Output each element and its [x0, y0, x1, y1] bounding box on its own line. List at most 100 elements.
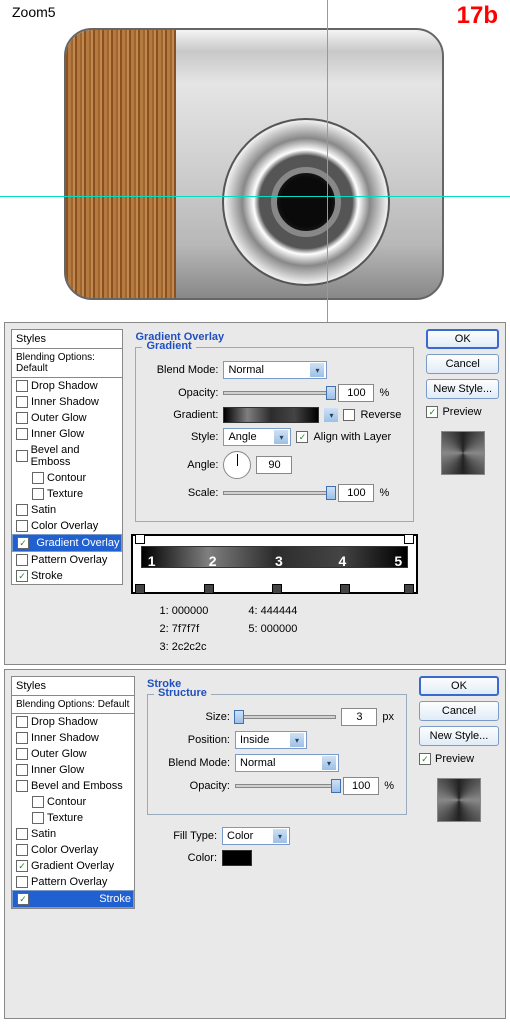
style-select[interactable]: Angle▾ [223, 428, 291, 446]
style-checkbox[interactable] [16, 876, 28, 888]
style-checkbox[interactable] [32, 812, 44, 824]
style-drop-shadow[interactable]: Drop Shadow [12, 378, 122, 394]
style-contour[interactable]: Contour [12, 794, 134, 810]
ok-button[interactable]: OK [419, 676, 499, 696]
style-outer-glow[interactable]: Outer Glow [12, 410, 122, 426]
style-checkbox[interactable] [16, 380, 28, 392]
angle-input[interactable]: 90 [256, 456, 292, 474]
preview-checkbox[interactable] [419, 753, 431, 765]
angle-label: Angle: [148, 459, 218, 471]
style-checkbox[interactable] [16, 844, 28, 856]
opacity-label: Opacity: [148, 387, 218, 399]
size-slider[interactable] [235, 715, 336, 719]
structure-legend: Structure [154, 687, 211, 699]
step-label: 17b [457, 2, 498, 30]
sidebar-header[interactable]: Styles [11, 676, 135, 696]
blend-mode-select[interactable]: Normal▾ [235, 754, 339, 772]
style-checkbox[interactable] [16, 748, 28, 760]
style-checkbox[interactable] [16, 860, 28, 872]
color-swatch[interactable] [222, 850, 252, 866]
style-checkbox[interactable] [32, 472, 44, 484]
style-checkbox[interactable] [16, 412, 28, 424]
cancel-button[interactable]: Cancel [426, 354, 499, 374]
style-gradient-overlay[interactable]: Gradient Overlay [12, 534, 122, 552]
style-inner-shadow[interactable]: Inner Shadow [12, 394, 122, 410]
color-stop[interactable] [404, 584, 414, 594]
blending-options[interactable]: Blending Options: Default [11, 349, 123, 378]
sidebar-header[interactable]: Styles [11, 329, 123, 349]
style-checkbox[interactable] [16, 828, 28, 840]
color-stop[interactable] [204, 584, 214, 594]
style-checkbox[interactable] [16, 450, 28, 462]
style-checkbox[interactable] [16, 428, 28, 440]
opacity-stop[interactable] [404, 534, 414, 544]
style-color-overlay[interactable]: Color Overlay [12, 518, 122, 534]
align-checkbox[interactable] [296, 431, 308, 443]
style-checkbox[interactable] [16, 520, 28, 532]
scale-slider[interactable] [223, 491, 333, 495]
style-checkbox[interactable] [32, 488, 44, 500]
style-checkbox[interactable] [16, 716, 28, 728]
style-stroke[interactable]: Stroke [12, 890, 134, 908]
blend-mode-select[interactable]: Normal▾ [223, 361, 327, 379]
gradient-preview[interactable] [223, 407, 319, 423]
style-drop-shadow[interactable]: Drop Shadow [12, 714, 134, 730]
new-style-button[interactable]: New Style... [426, 379, 499, 399]
opacity-slider[interactable] [223, 391, 333, 395]
style-satin[interactable]: Satin [12, 502, 122, 518]
style-gradient-overlay[interactable]: Gradient Overlay [12, 858, 134, 874]
style-checkbox[interactable] [16, 554, 28, 566]
style-checkbox[interactable] [16, 396, 28, 408]
style-texture[interactable]: Texture [12, 486, 122, 502]
gradient-dropdown-icon[interactable]: ▾ [324, 408, 338, 422]
style-satin[interactable]: Satin [12, 826, 134, 842]
opacity-input[interactable]: 100 [343, 777, 379, 795]
style-checkbox[interactable] [17, 893, 29, 905]
style-checkbox[interactable] [32, 796, 44, 808]
style-checkbox[interactable] [16, 780, 28, 792]
style-bevel-and-emboss[interactable]: Bevel and Emboss [12, 778, 134, 794]
style-checkbox[interactable] [16, 504, 28, 516]
color-stop[interactable] [272, 584, 282, 594]
scale-input[interactable]: 100 [338, 484, 374, 502]
preview-swatch [441, 431, 485, 475]
blending-options[interactable]: Blending Options: Default [11, 696, 135, 714]
preview-checkbox[interactable] [426, 406, 438, 418]
zoom-label: Zoom5 [12, 4, 56, 20]
style-pattern-overlay[interactable]: Pattern Overlay [12, 552, 122, 568]
guide-horizontal [0, 196, 510, 197]
style-outer-glow[interactable]: Outer Glow [12, 746, 134, 762]
style-inner-glow[interactable]: Inner Glow [12, 426, 122, 442]
style-inner-glow[interactable]: Inner Glow [12, 762, 134, 778]
style-texture[interactable]: Texture [12, 810, 134, 826]
angle-dial[interactable] [223, 451, 251, 479]
style-inner-shadow[interactable]: Inner Shadow [12, 730, 134, 746]
opacity-slider[interactable] [235, 784, 338, 788]
style-checkbox[interactable] [16, 732, 28, 744]
size-input[interactable]: 3 [341, 708, 377, 726]
preview-image: Zoom5 17b [0, 0, 510, 318]
style-bevel-and-emboss[interactable]: Bevel and Emboss [12, 442, 122, 470]
style-checkbox[interactable] [16, 570, 28, 582]
opacity-stop[interactable] [135, 534, 145, 544]
reverse-checkbox[interactable] [343, 409, 355, 421]
style-checkbox[interactable] [16, 764, 28, 776]
gradient-bar[interactable]: 1 2 3 4 5 [141, 546, 408, 568]
lens-glass [271, 167, 341, 237]
cancel-button[interactable]: Cancel [419, 701, 499, 721]
position-select[interactable]: Inside▾ [235, 731, 307, 749]
color-stop[interactable] [340, 584, 350, 594]
style-color-overlay[interactable]: Color Overlay [12, 842, 134, 858]
style-checkbox[interactable] [17, 537, 29, 549]
style-contour[interactable]: Contour [12, 470, 122, 486]
layer-style-panel-stroke: Styles Blending Options: Default Drop Sh… [4, 669, 506, 1019]
new-style-button[interactable]: New Style... [419, 726, 499, 746]
styles-sidebar: Styles Blending Options: Default Drop Sh… [11, 329, 123, 658]
filltype-select[interactable]: Color▾ [222, 827, 290, 845]
style-pattern-overlay[interactable]: Pattern Overlay [12, 874, 134, 890]
opacity-input[interactable]: 100 [338, 384, 374, 402]
style-stroke[interactable]: Stroke [12, 568, 122, 584]
ok-button[interactable]: OK [426, 329, 499, 349]
color-stop[interactable] [135, 584, 145, 594]
guide-vertical [327, 0, 328, 328]
